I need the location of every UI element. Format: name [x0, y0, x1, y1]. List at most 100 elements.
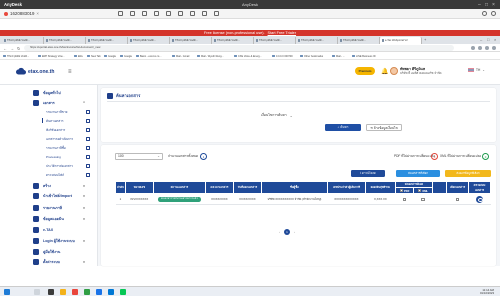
excel-icon[interactable] [84, 289, 90, 295]
sidebar-item-etax[interactable]: e-TAX [33, 227, 53, 233]
page-current[interactable]: 1 [284, 229, 290, 235]
bookmark[interactable]: New Tab [87, 54, 101, 59]
col-header[interactable]: ชื่อผู้ซื้อ [260, 181, 328, 194]
bookmark[interactable]: Tfhn0 pMdk Vodih... [3, 54, 29, 59]
pdf-checkbox[interactable] [402, 197, 407, 201]
browser-menu-icon[interactable] [492, 45, 496, 50]
actions-icon[interactable] [154, 11, 159, 16]
next-page-icon[interactable]: › [294, 230, 295, 234]
sidebar-item-general[interactable]: ข้อมูลทั่วไป [33, 90, 61, 96]
browser-tab[interactable]: Tfhn0 pMdk Vodih... [170, 37, 212, 44]
download-button[interactable]: ⭳ ดาวน์โหลด [351, 170, 385, 177]
url-input[interactable]: https://eportal.etax.one.th/tax/invoice/… [24, 45, 454, 51]
logo-text[interactable]: etax.one.th [28, 69, 54, 75]
row-select-checkbox[interactable] [455, 197, 460, 201]
bookmark[interactable]: Mail - Wyeth Reng... [197, 54, 224, 59]
outlook-icon[interactable] [108, 289, 114, 295]
chat-icon[interactable] [130, 11, 135, 16]
sidebar-item-settings[interactable]: ตั้งค่าระบบ v [33, 259, 85, 265]
chrome-icon[interactable] [96, 289, 102, 295]
menu-icon[interactable] [491, 11, 496, 16]
anydesk-taskbar-icon[interactable] [72, 289, 78, 295]
profile-icon[interactable] [485, 45, 489, 50]
col-header[interactable]: สถานะเอกสาร [152, 181, 206, 194]
bookmark[interactable]: Mail - Gmail [172, 54, 189, 59]
sidebar-sub-pending-documents[interactable]: เอกสารรอดำเนินการ [46, 137, 94, 142]
browser-tab[interactable]: Tfhn0 pMdk Vodih... [296, 37, 338, 44]
minimize-icon[interactable]: – [478, 2, 481, 8]
bookmark[interactable]: Basic - exxxxx co... [136, 54, 161, 59]
browser-tab[interactable]: Tfhn0 pMdk Vodih... [254, 37, 296, 44]
system-clock[interactable]: 11:14 AM 01/10/2023 [480, 288, 494, 296]
browser-minimize-icon[interactable]: – [480, 37, 482, 42]
browser-tab-active[interactable]: e-Tax Webportal V2 [380, 37, 422, 44]
col-header[interactable]: เลขประจำตัวผู้เสียภาษี [326, 181, 366, 194]
browser-maximize-icon[interactable]: □ [487, 37, 489, 42]
extension-icon[interactable] [478, 45, 482, 50]
col-header[interactable]: วันที่ออกเอกสาร [232, 181, 262, 194]
browser-tab[interactable]: Tfhn0 pMdk Vodih... [338, 37, 380, 44]
search-conditions-toggle[interactable]: เงื่อนไขการค้นหา ⌄ [261, 113, 293, 118]
browser-tab[interactable]: Tfhn0 pMdk Vodih... [44, 37, 86, 44]
bookmark[interactable]: ERe [74, 54, 83, 59]
monitor-icon[interactable] [118, 11, 123, 16]
bookmark[interactable]: Mail - ... [332, 54, 345, 59]
bookmark[interactable]: ERP Strategy Vow... [38, 54, 64, 59]
maximize-icon[interactable]: □ [485, 2, 488, 8]
browser-tab[interactable]: Tfhn0 pMdk Vodih... [128, 37, 170, 44]
settings-icon[interactable] [166, 11, 171, 16]
forward-icon[interactable]: → [10, 46, 14, 51]
file-explorer-icon[interactable] [60, 289, 66, 295]
prev-page-icon[interactable]: ‹ [279, 230, 280, 234]
premium-badge[interactable]: Premium [355, 67, 375, 75]
sidebar-item-manual[interactable]: คู่มือใช้งาน [33, 249, 60, 255]
bookmark[interactable]: LINE Business ID [352, 54, 376, 59]
hamburger-menu-icon[interactable]: ≡ [68, 69, 72, 75]
record-icon[interactable] [190, 11, 195, 16]
bookmark[interactable]: CXE Voice & Energ... [234, 54, 262, 59]
sidebar-sub-processing[interactable]: Processing [46, 155, 94, 159]
sidebar-sub-send-history[interactable]: ประวัติการส่งเอกสาร [46, 164, 94, 169]
browser-tab[interactable]: Tfhn0 pMdk Vodih... [212, 37, 254, 44]
user-icon[interactable] [482, 11, 487, 16]
sidebar-item-documents[interactable]: เอกสาร ^ [33, 100, 85, 106]
sidebar-sub-purchase-tax-report[interactable]: รายงานภาษีซื้อ [46, 146, 94, 151]
export-selected-button[interactable]: ส่งออกข้อมูลที่เลือก [445, 170, 491, 177]
bookmark[interactable]: Other bookmarks [300, 54, 323, 59]
sidebar-item-create[interactable]: สร้าง v [33, 183, 85, 189]
bell-icon[interactable]: 🔔 [381, 68, 388, 75]
bookmark[interactable]: Google [104, 54, 116, 59]
browser-close-icon[interactable]: × [494, 37, 496, 42]
sidebar-item-admin[interactable]: ข้อมูลแอดมิน v [33, 216, 85, 222]
col-header[interactable]: ยอดเงินสุทธิรวม [364, 181, 396, 194]
close-icon[interactable]: × [492, 2, 495, 8]
sidebar-sub-verify-files[interactable]: ตรวจสอบไฟล์ [46, 173, 94, 178]
start-trial-link[interactable]: Start Free Trialer [268, 31, 296, 35]
reset-button[interactable]: ⟲ ล้างข้อมูลเงื่อนไข [366, 124, 402, 131]
session-close-icon[interactable]: × [36, 11, 39, 16]
pdf-select-all-checkbox[interactable] [399, 189, 404, 193]
col-header[interactable]: ลงเวลาเอกสาร [204, 181, 234, 194]
reload-icon[interactable]: ↻ [17, 46, 20, 51]
keyboard-icon[interactable] [142, 11, 147, 16]
task-view-icon[interactable] [48, 289, 54, 295]
back-icon[interactable]: ← [3, 46, 7, 51]
browser-tab[interactable]: Tfhn0 pMdk Vodih... [86, 37, 128, 44]
sidebar-item-import[interactable]: นำเข้าไฟล์/Import v [33, 193, 85, 199]
new-tab-icon[interactable]: + [424, 37, 426, 42]
sidebar-sub-document-functions[interactable]: ฟังก์ชันเอกสาร [46, 128, 94, 133]
xml-select-all-checkbox[interactable] [418, 189, 422, 193]
sidebar-item-login-users[interactable]: Login ผู้ใช้งานระบบ v [33, 238, 85, 244]
extension-icon[interactable] [471, 45, 475, 50]
avatar[interactable] [390, 67, 398, 75]
search-icon[interactable] [34, 289, 40, 295]
sidebar-sub-search-documents[interactable]: ค้นหาเอกสาร [42, 118, 94, 124]
line-icon[interactable] [120, 289, 126, 295]
col-header[interactable]: หมายเลข [124, 181, 154, 194]
xml-checkbox[interactable] [421, 197, 425, 201]
start-icon[interactable] [4, 289, 10, 295]
page-size-select[interactable]: 100 ⌄ [115, 153, 163, 160]
fullscreen-icon[interactable] [202, 11, 207, 16]
sidebar-sub-sales-tax-report[interactable]: รายงานภาษีขาย [46, 110, 94, 115]
language-selector[interactable]: TH ⌄ [468, 68, 485, 72]
